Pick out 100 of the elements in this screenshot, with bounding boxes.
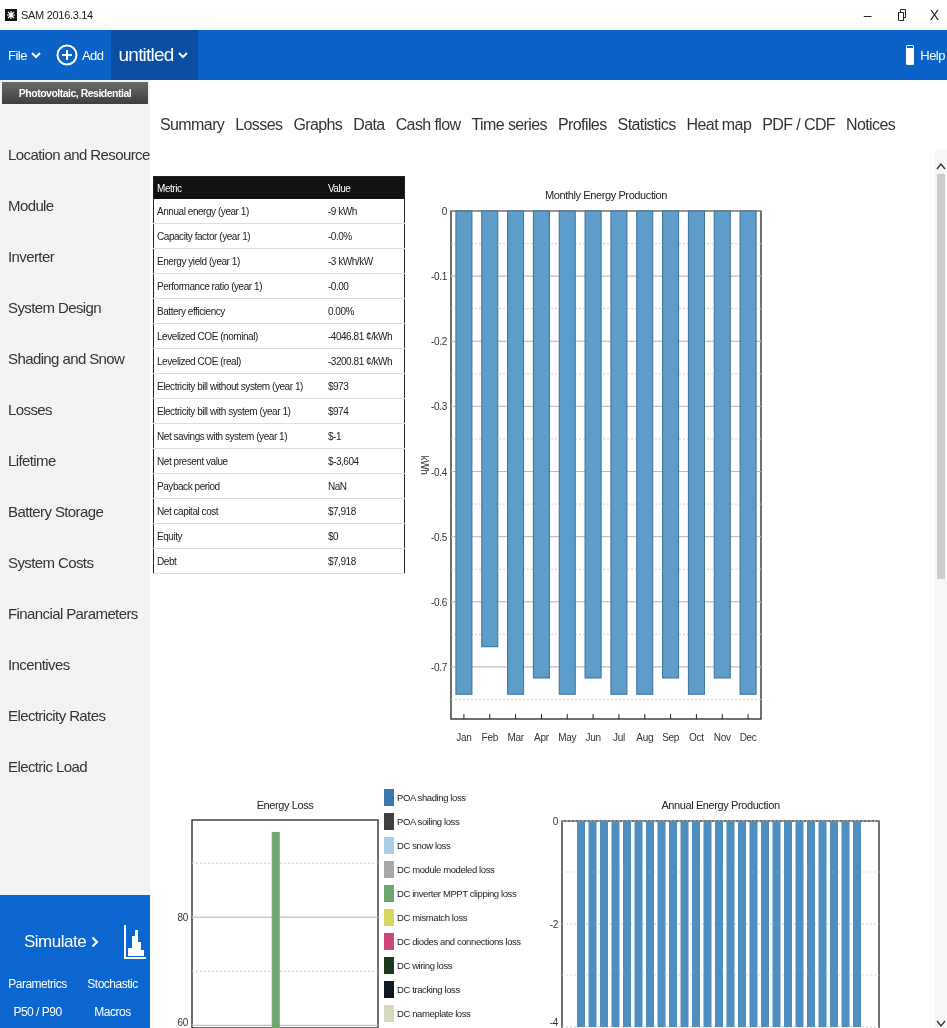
sidebar-item[interactable]: Shading and Snow: [0, 333, 150, 384]
axis-label: -0.5: [430, 531, 447, 543]
add-button[interactable]: Add: [47, 44, 111, 66]
table-cell: NaN: [324, 473, 405, 499]
table-cell: Electricity bill without system (year 1): [153, 373, 325, 399]
sidebar-item[interactable]: Electricity Rates: [0, 690, 150, 741]
sidebar-item[interactable]: Battery Storage: [0, 486, 150, 537]
table-cell: Net capital cost: [153, 498, 325, 524]
scroll-down-icon: [936, 1020, 946, 1028]
chart-title: Monthly Energy Production: [544, 189, 668, 201]
minimize-button[interactable]: –: [863, 7, 872, 23]
file-menu[interactable]: File: [0, 47, 48, 63]
sidebar-item[interactable]: System Costs: [0, 537, 150, 588]
sidebar-item[interactable]: Inverter: [0, 231, 150, 282]
phone-icon: [906, 45, 915, 65]
axis-label: -0.1: [430, 271, 447, 283]
axis-label: Dec: [739, 732, 757, 743]
table-cell: $-1: [324, 423, 405, 449]
axis-label: Jan: [456, 732, 472, 743]
legend-label: DC mismatch loss: [397, 912, 468, 923]
axis-label: -0.2: [430, 336, 447, 348]
help-button[interactable]: Help: [898, 45, 947, 65]
restore-icon: [895, 9, 906, 21]
table-cell: -4046.81 ¢/kWh: [324, 323, 405, 349]
simulation-link[interactable]: Parametrics: [8, 977, 67, 991]
window-title: SAM 2016.3.14: [21, 9, 93, 21]
results-tab[interactable]: Time series: [471, 116, 547, 150]
simulate-button[interactable]: Simulate: [24, 932, 100, 952]
axis-label: Feb: [481, 732, 498, 743]
close-button[interactable]: X: [929, 7, 939, 23]
table-cell: -0.0%: [324, 223, 405, 249]
configuration-label: Photovoltaic, Residential: [2, 82, 148, 104]
table-cell: $-3,604: [324, 448, 405, 474]
axis-title: kWh: [419, 455, 430, 475]
table-cell: Levelized COE (real): [153, 348, 325, 374]
axis-label: -0.3: [430, 401, 447, 413]
legend-label: DC wiring loss: [397, 960, 453, 971]
simulation-link[interactable]: Macros: [94, 1005, 131, 1019]
table-cell: Annual energy (year 1): [153, 199, 325, 224]
results-tab[interactable]: Data: [353, 116, 385, 150]
simulation-link[interactable]: P50 / P90: [13, 1005, 62, 1019]
axis-label: 0: [441, 206, 447, 217]
sidebar-item[interactable]: Losses: [0, 384, 150, 435]
scroll-up-icon: [936, 162, 946, 170]
results-tab[interactable]: Profiles: [558, 116, 607, 150]
table-cell: $7,918: [324, 498, 405, 524]
legend-label: POA shading loss: [397, 792, 466, 803]
plus-circle-icon: [55, 44, 78, 66]
table-cell: Levelized COE (nominal): [153, 323, 325, 349]
column-header: Metric: [153, 176, 325, 199]
sidebar-item[interactable]: Lifetime: [0, 435, 150, 486]
results-tab[interactable]: Notices: [846, 116, 896, 150]
legend-label: DC tracking loss: [397, 984, 460, 995]
results-tab[interactable]: Heat map: [686, 116, 752, 150]
sidebar-item[interactable]: Incentives: [0, 639, 150, 690]
legend-label: DC module modeled loss: [397, 864, 495, 875]
axis-label: -2: [549, 919, 558, 930]
legend-label: DC snow loss: [397, 840, 451, 851]
axis-label: Apr: [534, 732, 549, 743]
simulation-link[interactable]: Stochastic: [87, 977, 138, 991]
axis-label: Mar: [507, 732, 524, 743]
table-cell: $973: [324, 373, 405, 399]
axis-label: Aug: [636, 732, 654, 743]
table-cell: $7,918: [324, 548, 405, 574]
legend-label: DC inverter MPPT clipping loss: [397, 888, 517, 899]
results-tab[interactable]: PDF / CDF: [762, 116, 835, 150]
table-cell: Electricity bill with system (year 1): [153, 398, 325, 424]
sidebar-item[interactable]: Electric Load: [0, 741, 150, 792]
axis-label: Jun: [585, 732, 601, 743]
axis-label: -0.6: [430, 596, 447, 608]
scrollbar-thumb[interactable]: [937, 174, 945, 579]
table-cell: $0: [324, 523, 405, 549]
axis-label: -0.4: [430, 466, 447, 478]
results-tab[interactable]: Summary: [160, 116, 225, 150]
sidebar-item[interactable]: Financial Parameters: [0, 588, 150, 639]
legend-label: DC nameplate loss: [397, 1008, 471, 1019]
legend-label: POA soiling loss: [397, 816, 460, 827]
axis-label: 80: [177, 912, 188, 924]
results-tab[interactable]: Statistics: [617, 116, 676, 150]
sidebar-item[interactable]: Module: [0, 180, 150, 231]
axis-label: Jul: [612, 732, 625, 743]
table-cell: -0.00: [324, 273, 405, 299]
table-cell: Net savings with system (year 1): [153, 423, 325, 449]
table-cell: Payback period: [153, 473, 325, 499]
axis-label: May: [558, 732, 577, 743]
table-cell: -3 kWh/kW: [324, 248, 405, 274]
sidebar-item[interactable]: Location and Resource: [0, 129, 150, 180]
sidebar-item[interactable]: System Design: [0, 282, 150, 333]
app-logo-icon: [5, 9, 17, 21]
project-tab[interactable]: untitled: [110, 30, 199, 80]
table-cell: Net present value: [153, 448, 325, 474]
axis-label: 0: [552, 816, 558, 827]
axis-label: 60: [177, 1017, 188, 1028]
table-cell: Capacity factor (year 1): [153, 223, 325, 249]
axis-label: -0.7: [430, 661, 447, 673]
results-tab[interactable]: Cash flow: [395, 116, 461, 150]
results-tab[interactable]: Graphs: [293, 116, 343, 150]
results-tab[interactable]: Losses: [235, 116, 283, 150]
table-cell: $974: [324, 398, 405, 424]
axis-label: -4: [549, 1017, 558, 1028]
